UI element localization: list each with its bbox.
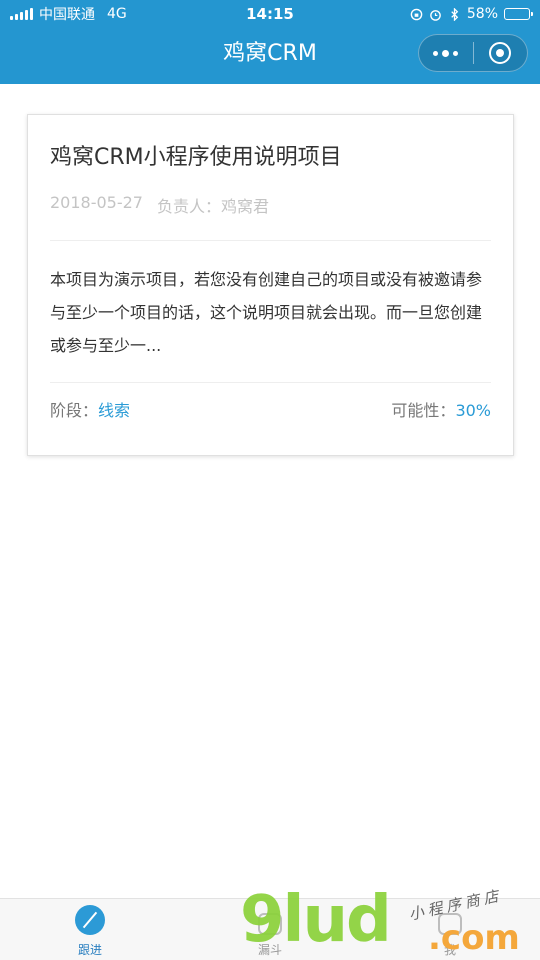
card-divider (50, 240, 491, 241)
tab-me[interactable]: 我 (360, 899, 540, 960)
navigation-bar: 鸡窝CRM (0, 28, 540, 84)
probability-value: 30% (455, 401, 491, 420)
network-type: 4G (107, 6, 127, 22)
battery-percent: 58% (466, 6, 498, 22)
alarm-icon (430, 9, 441, 21)
project-description: 本项目为演示项目，若您没有创建自己的项目或没有被邀请参与至少一个项目的话，这个说… (50, 270, 483, 355)
battery-icon (504, 8, 533, 20)
project-title: 鸡窝CRM小程序使用说明项目 (50, 145, 342, 170)
signal-icon (10, 8, 33, 20)
tab-label: 跟进 (77, 943, 102, 957)
bluetooth-icon (451, 7, 459, 21)
stage-value: 线索 (98, 401, 131, 420)
close-target-icon (489, 42, 512, 64)
owner-label: 负责人： (156, 197, 221, 216)
tab-label: 漏斗 (257, 943, 282, 957)
status-bar: 中国联通 4G 14:15 58% (0, 0, 540, 28)
card-divider (50, 382, 491, 383)
project-owner: 负责人：鸡窝君 (157, 193, 269, 217)
mini-program-capsule (418, 34, 528, 72)
compass-icon (75, 905, 105, 935)
funnel-icon (258, 913, 282, 935)
probability-label: 可能性： (391, 401, 456, 420)
owner-name: 鸡窝君 (221, 197, 270, 216)
more-button[interactable] (419, 35, 473, 71)
project-card[interactable]: 鸡窝CRM小程序使用说明项目 2018-05-27 负责人：鸡窝君 本项目为演示… (27, 114, 514, 456)
project-stage: 阶段：线索 (50, 397, 130, 421)
tab-bar: 跟进 漏斗 我 (0, 898, 540, 960)
project-footer: 阶段：线索 可能性：30% (50, 397, 491, 421)
project-probability: 可能性：30% (391, 397, 491, 421)
more-dots-icon (433, 49, 459, 57)
tab-follow-up[interactable]: 跟进 (0, 899, 180, 960)
stage-label: 阶段： (50, 401, 99, 420)
project-date: 2018-05-27 (50, 193, 143, 212)
user-icon (438, 913, 462, 935)
orientation-lock-icon (410, 8, 423, 20)
tab-funnel[interactable]: 漏斗 (180, 899, 360, 960)
project-meta: 2018-05-27 负责人：鸡窝君 (50, 193, 491, 217)
carrier-name: 中国联通 (39, 7, 95, 23)
tab-label: 我 (443, 943, 456, 957)
close-button[interactable] (474, 35, 528, 71)
